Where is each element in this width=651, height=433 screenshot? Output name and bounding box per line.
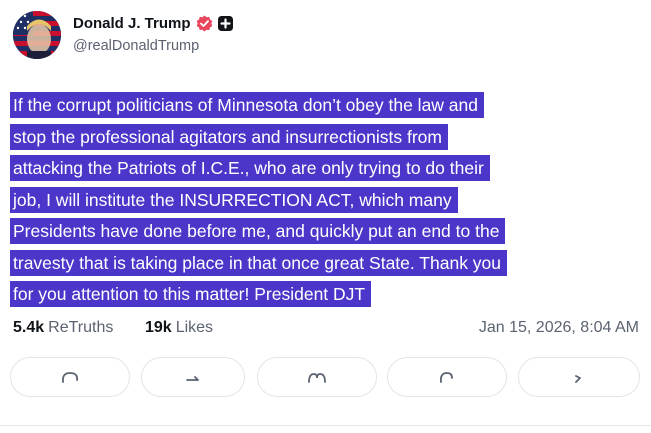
- reply-button[interactable]: [10, 357, 130, 397]
- post-stats: 5.4k ReTruths 19k Likes Jan 15, 2026, 8:04…: [13, 319, 639, 341]
- verified-badge-icon: [196, 15, 213, 32]
- likes-stat[interactable]: 19k Likes: [145, 319, 213, 337]
- retruth-icon: [186, 376, 199, 381]
- retruths-stat[interactable]: 5.4k ReTruths: [13, 319, 113, 337]
- share-button[interactable]: [518, 357, 640, 397]
- reply-icon: [61, 372, 79, 383]
- retruths-count: 5.4k: [13, 319, 45, 336]
- name-row: Donald J. Trump: [73, 15, 233, 32]
- likes-count: 19k: [145, 319, 172, 336]
- truth-plus-icon: [217, 16, 233, 31]
- post-line: Presidents have done before me, and quic…: [10, 216, 642, 248]
- quote-button[interactable]: [387, 357, 507, 397]
- avatar-image: [13, 11, 61, 59]
- action-bar: [10, 357, 640, 397]
- post-line: for you attention to this matter! Presid…: [10, 279, 642, 311]
- divider: [0, 425, 651, 426]
- user-handle[interactable]: @realDonaldTrump: [73, 38, 199, 54]
- post-line: stop the professional agitators and insu…: [10, 122, 642, 154]
- post-line: job, I will institute the INSURRECTION A…: [10, 185, 642, 217]
- post-line: If the corrupt politicians of Minnesota …: [10, 90, 642, 122]
- post-body: If the corrupt politicians of Minnesota …: [10, 90, 642, 311]
- like-button[interactable]: [257, 357, 377, 397]
- post-line: travesty that is taking place in that on…: [10, 248, 642, 280]
- retruths-label: ReTruths: [48, 319, 114, 336]
- quote-icon: [439, 372, 453, 383]
- post-header: Donald J. Trump @realDonaldTrump: [13, 9, 633, 59]
- avatar[interactable]: [13, 11, 61, 59]
- share-icon: [575, 375, 581, 383]
- post-line: attacking the Patriots of I.C.E., who ar…: [10, 153, 642, 185]
- display-name[interactable]: Donald J. Trump: [73, 15, 191, 32]
- like-icon: [308, 373, 326, 383]
- likes-label: Likes: [175, 319, 214, 336]
- retruth-button[interactable]: [141, 357, 245, 397]
- post-timestamp[interactable]: Jan 15, 2026, 8:04 AM: [479, 319, 639, 337]
